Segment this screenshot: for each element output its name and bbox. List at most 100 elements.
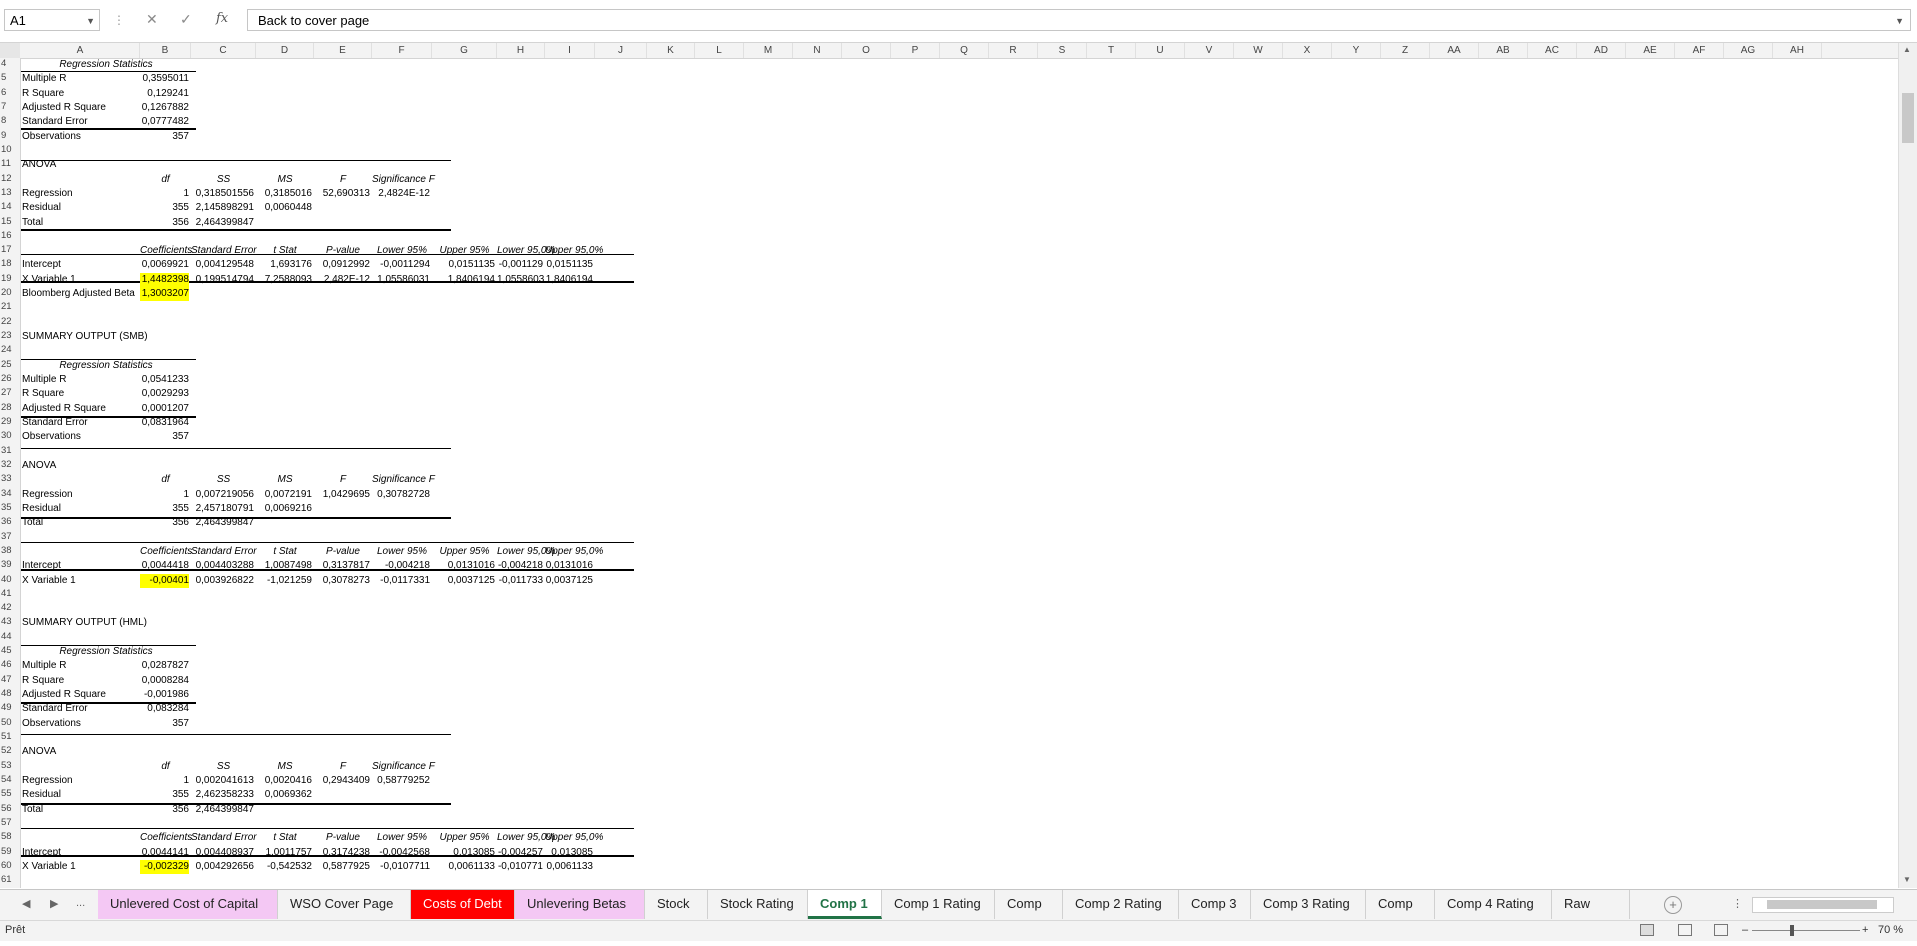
cell-e39[interactable]: 0,3137817	[314, 559, 370, 573]
row-header-14[interactable]: 14	[0, 201, 20, 212]
cell-e53[interactable]: F	[314, 760, 372, 774]
cell-b19[interactable]: 1,4482398	[140, 272, 189, 287]
cell-e19[interactable]: 2,482E-12	[314, 273, 370, 287]
cell-a40[interactable]: X Variable 1	[21, 574, 76, 588]
tab-comp-2-rating[interactable]: Comp 2 Rating	[1063, 890, 1179, 919]
column-header-j[interactable]: J	[595, 43, 647, 58]
cell-b14[interactable]: 355	[140, 201, 189, 215]
column-header-t[interactable]: T	[1087, 43, 1136, 58]
page-break-view-icon[interactable]	[1714, 924, 1728, 936]
cell-f18[interactable]: -0,0011294	[372, 258, 430, 272]
row-header-12[interactable]: 12	[0, 173, 20, 184]
row-header-24[interactable]: 24	[0, 344, 20, 355]
column-header-i[interactable]: I	[545, 43, 595, 58]
row-header-13[interactable]: 13	[0, 187, 20, 198]
cell-b8[interactable]: 0,0777482	[140, 115, 189, 129]
row-header-9[interactable]: 9	[0, 130, 20, 141]
cell-b55[interactable]: 355	[140, 788, 189, 802]
cell-e34[interactable]: 1,0429695	[314, 488, 370, 502]
scroll-down-icon[interactable]: ▼	[1903, 875, 1911, 884]
cell-g17[interactable]: Upper 95%	[432, 244, 497, 258]
cell-b34[interactable]: 1	[140, 488, 189, 502]
cell-a27[interactable]: R Square	[21, 387, 64, 401]
cell-a30[interactable]: Observations	[21, 430, 81, 444]
column-header-ae[interactable]: AE	[1626, 43, 1675, 58]
cell-i39[interactable]: 0,0131016	[545, 559, 593, 573]
row-header-44[interactable]: 44	[0, 631, 20, 642]
cell-i19[interactable]: 1,8406194	[545, 273, 593, 287]
tab-unlevering-betas[interactable]: Unlevering Betas	[515, 890, 645, 919]
cell-a7[interactable]: Adjusted R Square	[21, 101, 106, 115]
cell-b50[interactable]: 357	[140, 717, 189, 731]
row-header-5[interactable]: 5	[0, 72, 20, 83]
cell-g59[interactable]: 0,013085	[432, 846, 495, 860]
row-header-61[interactable]: 61	[0, 874, 20, 885]
cell-b56[interactable]: 356	[140, 803, 189, 817]
row-header-40[interactable]: 40	[0, 574, 20, 585]
cell-g40[interactable]: 0,0037125	[432, 574, 495, 588]
column-header-y[interactable]: Y	[1332, 43, 1381, 58]
cell-b28[interactable]: 0,0001207	[140, 402, 189, 416]
cell-g38[interactable]: Upper 95%	[432, 545, 497, 559]
column-header-d[interactable]: D	[256, 43, 314, 58]
cell-c17[interactable]: Standard Error	[191, 244, 257, 258]
row-header-11[interactable]: 11	[0, 158, 20, 169]
cell-a39[interactable]: Intercept	[21, 559, 61, 573]
cell-c54[interactable]: 0,002041613	[191, 774, 254, 788]
cell-c58[interactable]: Standard Error	[191, 831, 257, 845]
cell-e13[interactable]: 52,690313	[314, 187, 370, 201]
cell-b30[interactable]: 357	[140, 430, 189, 444]
cell-e18[interactable]: 0,0912992	[314, 258, 370, 272]
cell-b38[interactable]: Coefficients	[140, 545, 192, 559]
cell-f38[interactable]: Lower 95%	[372, 545, 432, 559]
cell-b6[interactable]: 0,129241	[140, 87, 189, 101]
cell-a9[interactable]: Observations	[21, 130, 81, 144]
cell-f12[interactable]: Significance F	[372, 173, 435, 187]
row-header-20[interactable]: 20	[0, 287, 20, 298]
row-header-54[interactable]: 54	[0, 774, 20, 785]
cell-b47[interactable]: 0,0008284	[140, 674, 189, 688]
more-sheets-button[interactable]: ...	[76, 897, 85, 909]
zoom-level[interactable]: 70 %	[1878, 924, 1903, 936]
column-header-z[interactable]: Z	[1381, 43, 1430, 58]
cell-h60[interactable]: -0,010771	[497, 860, 543, 874]
cell-a23[interactable]: SUMMARY OUTPUT (SMB)	[21, 330, 148, 344]
formula-input[interactable]: Back to cover page ▼	[247, 9, 1911, 31]
cell-c38[interactable]: Standard Error	[191, 545, 257, 559]
cell-a49[interactable]: Standard Error	[21, 702, 88, 716]
row-header-29[interactable]: 29	[0, 416, 20, 427]
cell-a32[interactable]: ANOVA	[21, 459, 56, 473]
cell-h17[interactable]: Lower 95,0%	[497, 244, 555, 258]
column-header-f[interactable]: F	[372, 43, 432, 58]
cell-d35[interactable]: 0,0069216	[256, 502, 312, 516]
cell-h40[interactable]: -0,011733	[497, 574, 543, 588]
cell-b39[interactable]: 0,0044418	[140, 559, 189, 573]
zoom-in-icon[interactable]: +	[1862, 924, 1868, 936]
cell-b20[interactable]: 1,3003207	[140, 287, 189, 302]
row-header-46[interactable]: 46	[0, 659, 20, 670]
cell-h38[interactable]: Lower 95,0%	[497, 545, 555, 559]
row-header-58[interactable]: 58	[0, 831, 20, 842]
row-header-17[interactable]: 17	[0, 244, 20, 255]
column-header-w[interactable]: W	[1234, 43, 1283, 58]
row-header-56[interactable]: 56	[0, 803, 20, 814]
cell-b48[interactable]: -0,001986	[140, 688, 189, 702]
column-header-s[interactable]: S	[1038, 43, 1087, 58]
cell-c59[interactable]: 0,004408937	[191, 846, 254, 860]
row-header-16[interactable]: 16	[0, 230, 20, 241]
cell-f13[interactable]: 2,4824E-12	[372, 187, 430, 201]
cell-c34[interactable]: 0,007219056	[191, 488, 254, 502]
cell-g60[interactable]: 0,0061133	[432, 860, 495, 874]
column-header-p[interactable]: P	[891, 43, 940, 58]
column-header-h[interactable]: H	[497, 43, 545, 58]
cell-b54[interactable]: 1	[140, 774, 189, 788]
cell-b26[interactable]: 0,0541233	[140, 373, 189, 387]
vertical-scrollbar[interactable]: ▲ ▼	[1898, 43, 1917, 888]
cell-f59[interactable]: -0,0042568	[372, 846, 430, 860]
cell-a6[interactable]: R Square	[21, 87, 64, 101]
cell-e54[interactable]: 0,2943409	[314, 774, 370, 788]
row-header-47[interactable]: 47	[0, 674, 20, 685]
cell-b7[interactable]: 0,1267882	[140, 101, 189, 115]
row-header-22[interactable]: 22	[0, 316, 20, 327]
column-header-ac[interactable]: AC	[1528, 43, 1577, 58]
